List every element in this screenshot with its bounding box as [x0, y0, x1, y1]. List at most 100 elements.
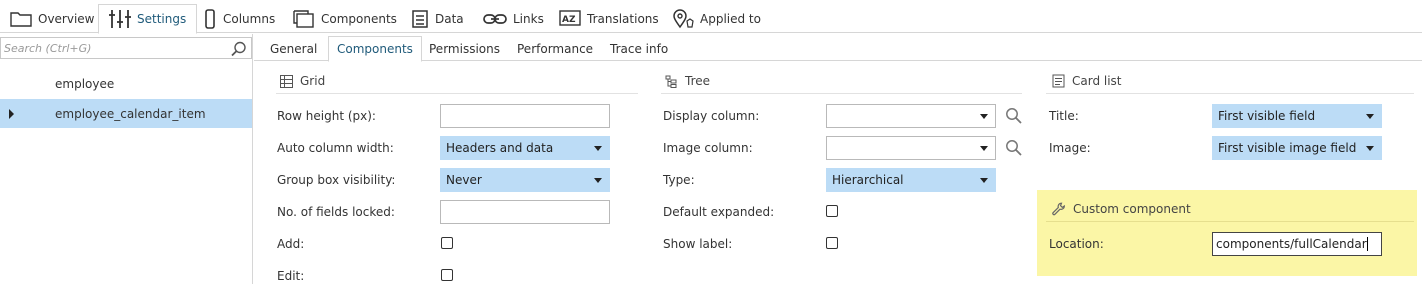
section-title-text: Card list [1072, 74, 1122, 88]
card-title-label: Title: [1049, 109, 1079, 123]
grid-icon [280, 74, 293, 88]
tab-data-label: Data [435, 11, 464, 26]
subtab-performance[interactable]: Performance [509, 36, 601, 61]
subtab-components[interactable]: Components [328, 36, 422, 62]
select-value: Hierarchical [832, 173, 904, 187]
tab-components-label: Components [321, 11, 397, 26]
custom-component-title: Custom component [1052, 199, 1191, 219]
chevron-down-icon [980, 114, 988, 119]
fields-locked-input[interactable] [440, 200, 610, 224]
card-list-divider [1046, 93, 1414, 94]
svg-text:AZ: AZ [562, 15, 576, 25]
group-box-visibility-label: Group box visibility: [277, 173, 396, 187]
row-height-input[interactable] [440, 104, 610, 128]
select-value: Never [446, 173, 482, 187]
chevron-down-icon [1366, 114, 1374, 119]
subtab-trace-info[interactable]: Trace info [602, 36, 676, 61]
card-list-icon [1052, 74, 1065, 88]
custom-component-divider [1046, 221, 1414, 222]
image-column-select[interactable] [826, 136, 996, 160]
text-cursor [1366, 237, 1368, 251]
location-label: Location: [1049, 237, 1104, 251]
chevron-down-icon [594, 146, 602, 151]
tab-links-label: Links [513, 11, 544, 26]
subtab-label: Performance [517, 41, 594, 56]
top-tab-bar: Overview Settings Columns Components Dat… [0, 0, 1422, 34]
location-value: components/fullCalendar [1216, 237, 1367, 251]
tab-translations[interactable]: AZ Translations [549, 4, 669, 33]
tree-icon [665, 75, 677, 88]
tab-settings[interactable]: Settings [98, 4, 198, 34]
section-title-text: Tree [685, 74, 711, 88]
translate-icon: AZ [559, 9, 581, 26]
sub-tab-bar: General Components Permissions Performan… [254, 34, 1422, 62]
left-pane: employee employee_calendar_item [0, 34, 253, 284]
subtab-label: Components [337, 42, 413, 56]
card-image-select[interactable]: First visible image field [1212, 136, 1382, 160]
tab-settings-label: Settings [137, 12, 187, 26]
card-title-select[interactable]: First visible field [1212, 104, 1382, 128]
row-height-label: Row height (px): [277, 109, 376, 123]
subtab-general[interactable]: General [262, 36, 325, 61]
tab-applied-to-label: Applied to [700, 11, 761, 26]
card-image-label: Image: [1049, 141, 1091, 155]
section-title-text: Custom component [1073, 202, 1191, 216]
select-value: Headers and data [446, 141, 554, 155]
tab-applied-to[interactable]: Applied to [662, 4, 771, 33]
search-icon[interactable] [231, 41, 247, 57]
subtab-label: Permissions [429, 41, 500, 56]
chevron-down-icon [980, 146, 988, 151]
link-icon [483, 13, 507, 24]
group-box-visibility-select[interactable]: Never [440, 168, 610, 192]
tab-links[interactable]: Links [473, 4, 554, 33]
default-expanded-checkbox[interactable] [826, 205, 838, 217]
tab-overview-label: Overview [38, 11, 95, 26]
image-column-label: Image column: [663, 141, 753, 155]
display-column-select[interactable] [826, 104, 996, 128]
tree-item-employee-calendar-item[interactable]: employee_calendar_item [0, 99, 252, 128]
tree-item-label: employee [55, 76, 115, 91]
display-column-label: Display column: [663, 109, 760, 123]
card-list-section-title: Card list [1052, 71, 1122, 91]
section-title-text: Grid [300, 74, 326, 88]
select-value: First visible field [1218, 109, 1316, 123]
components-icon [293, 9, 314, 28]
type-select[interactable]: Hierarchical [826, 168, 996, 192]
edit-label: Edit: [277, 269, 305, 283]
tab-columns[interactable]: Columns [193, 4, 285, 33]
tree-section-title: Tree [665, 71, 710, 91]
default-expanded-label: Default expanded: [663, 205, 775, 219]
show-label-checkbox[interactable] [826, 237, 838, 249]
tab-overview[interactable]: Overview [0, 4, 105, 33]
tab-columns-label: Columns [223, 11, 276, 26]
grid-section-title: Grid [280, 71, 325, 91]
column-icon [205, 8, 215, 29]
expand-arrow-icon[interactable] [9, 109, 14, 119]
search-box [0, 37, 252, 59]
subtab-label: General [270, 41, 318, 56]
database-icon [412, 9, 428, 28]
search-input[interactable] [1, 41, 229, 55]
edit-checkbox[interactable] [441, 269, 453, 281]
subtab-permissions[interactable]: Permissions [421, 36, 508, 61]
auto-column-width-select[interactable]: Headers and data [440, 136, 610, 160]
location-input[interactable]: components/fullCalendar [1212, 232, 1382, 256]
auto-column-width-label: Auto column width: [277, 141, 394, 155]
wrench-icon [1052, 202, 1065, 216]
tab-data[interactable]: Data [401, 4, 474, 33]
search-icon[interactable] [1005, 107, 1023, 125]
add-checkbox[interactable] [441, 237, 453, 249]
tree-item-employee[interactable]: employee [0, 69, 252, 98]
type-label: Type: [663, 173, 695, 187]
tab-components[interactable]: Components [283, 4, 407, 33]
tab-translations-label: Translations [587, 11, 659, 26]
fields-locked-label: No. of fields locked: [277, 205, 395, 219]
custom-component-panel: Custom component Location: components/fu… [1037, 190, 1417, 276]
chevron-down-icon [594, 178, 602, 183]
search-icon[interactable] [1005, 139, 1023, 157]
sliders-icon [109, 10, 131, 28]
tree-divider [661, 93, 1022, 94]
show-label-label: Show label: [663, 237, 733, 251]
grid-divider [276, 93, 638, 94]
add-label: Add: [277, 237, 305, 251]
